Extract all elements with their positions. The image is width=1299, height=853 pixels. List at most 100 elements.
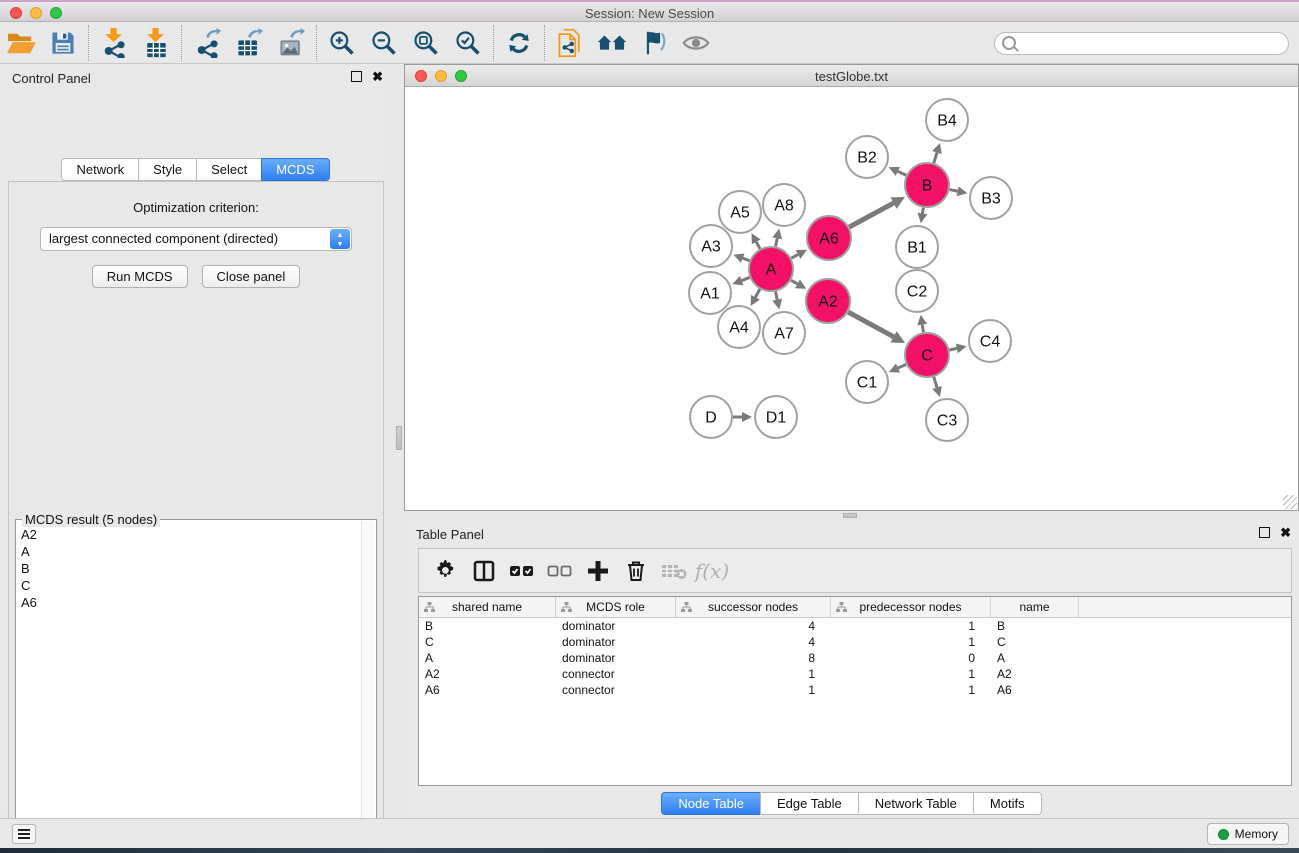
result-item[interactable]: A — [17, 543, 361, 560]
close-panel-button[interactable]: Close panel — [202, 265, 301, 288]
column-header-successor-nodes[interactable]: successor nodes — [676, 597, 831, 617]
result-item[interactable]: C — [17, 577, 361, 594]
column-header-MCDS-role[interactable]: MCDS role — [556, 597, 676, 617]
horizontal-splitter[interactable] — [843, 513, 857, 518]
edge-A-A7[interactable] — [776, 292, 778, 300]
table-row[interactable]: A6connector11A6 — [419, 682, 1291, 698]
edge-B-B3[interactable] — [950, 190, 958, 192]
import-network-icon[interactable] — [93, 26, 135, 60]
edge-A6-B[interactable] — [849, 203, 893, 227]
tab-motifs[interactable]: Motifs — [973, 792, 1042, 815]
import-table-icon[interactable] — [135, 26, 177, 60]
table-cell: A2 — [991, 666, 1079, 682]
tab-select[interactable]: Select — [196, 158, 261, 181]
arrowhead-icon — [932, 143, 942, 154]
delete-column-icon[interactable] — [617, 555, 655, 587]
first-neighbors-icon[interactable] — [591, 26, 633, 60]
gear-icon[interactable] — [427, 555, 465, 587]
tab-style[interactable]: Style — [138, 158, 196, 181]
column-header-name[interactable]: name — [991, 597, 1079, 617]
table-cell: dominator — [556, 618, 676, 634]
add-column-icon[interactable] — [579, 555, 617, 587]
node-label-A3: A3 — [701, 239, 721, 256]
export-network-icon[interactable] — [186, 26, 228, 60]
export-image-icon[interactable] — [270, 26, 312, 60]
tab-node-table[interactable]: Node Table — [661, 792, 760, 815]
edge-C-C3[interactable] — [934, 377, 937, 388]
export-table-icon[interactable] — [228, 26, 270, 60]
network-view-window: testGlobe.txt B4B2BB3A5A8A6A3B1AA1C2A2A4… — [404, 64, 1299, 511]
edge-A-A4[interactable] — [755, 289, 759, 297]
criterion-dropdown[interactable]: largest connected component (directed) ▲… — [40, 227, 352, 251]
edge-A2-C[interactable] — [848, 312, 893, 337]
edge-A-A2[interactable] — [791, 280, 797, 284]
node-table[interactable]: shared nameMCDS rolesuccessor nodesprede… — [418, 596, 1292, 786]
function-builder-icon[interactable]: f(x) — [695, 559, 729, 583]
table-cell: 1 — [676, 666, 831, 682]
node-label-C4: C4 — [980, 334, 1001, 351]
close-table-panel-icon[interactable]: ✖ — [1280, 527, 1291, 538]
table-row[interactable]: A2connector11A2 — [419, 666, 1291, 682]
column-header-predecessor-nodes[interactable]: predecessor nodes — [831, 597, 991, 617]
node-label-A7: A7 — [774, 326, 794, 343]
memory-status-icon — [1218, 829, 1229, 840]
refresh-icon[interactable] — [498, 26, 540, 60]
close-panel-icon[interactable]: ✖ — [372, 71, 383, 82]
tab-mcds[interactable]: MCDS — [261, 158, 329, 181]
tab-network[interactable]: Network — [61, 158, 138, 181]
vertical-splitter[interactable] — [396, 64, 402, 812]
network-window-title: testGlobe.txt — [405, 69, 1298, 84]
edge-C-C2[interactable] — [922, 325, 923, 333]
table-row[interactable]: Adominator80A — [419, 650, 1291, 666]
resize-grip-icon[interactable] — [1283, 495, 1297, 509]
open-folder-icon[interactable] — [0, 26, 42, 60]
arrowhead-icon — [742, 412, 752, 422]
save-icon[interactable] — [42, 26, 84, 60]
network-graph[interactable]: B4B2BB3A5A8A6A3B1AA1C2A2A4A7C4CC1C3DD1 — [405, 87, 1298, 510]
new-network-from-selection-icon[interactable] — [549, 26, 591, 60]
table-row[interactable]: Cdominator41C — [419, 634, 1291, 650]
zoom-in-icon[interactable] — [321, 26, 363, 60]
select-all-icon[interactable] — [503, 555, 541, 587]
edge-A-A1[interactable] — [742, 277, 750, 280]
show-hide-icon[interactable] — [675, 26, 717, 60]
list-icon — [18, 829, 30, 839]
edge-B-B2[interactable] — [898, 171, 906, 175]
flag-icon[interactable] — [633, 26, 675, 60]
float-table-panel-icon[interactable] — [1259, 527, 1270, 538]
table-cell: dominator — [556, 650, 676, 666]
tab-network-table[interactable]: Network Table — [858, 792, 973, 815]
show-panels-button[interactable] — [12, 824, 36, 844]
deselect-all-icon[interactable] — [541, 555, 579, 587]
table-row[interactable]: Bdominator41B — [419, 618, 1291, 634]
node-label-B3: B3 — [981, 191, 1001, 208]
zoom-selected-icon[interactable] — [447, 26, 489, 60]
edge-A-A6[interactable] — [791, 254, 798, 258]
edge-B-B1[interactable] — [922, 208, 923, 214]
node-label-D1: D1 — [766, 410, 787, 427]
node-label-A6: A6 — [819, 231, 839, 248]
search-input[interactable] — [994, 32, 1289, 55]
edge-A-A8[interactable] — [776, 238, 778, 246]
table-cell: connector — [556, 682, 676, 698]
result-scrollbar[interactable] — [361, 521, 375, 853]
edge-A-A3[interactable] — [743, 258, 750, 261]
memory-button[interactable]: Memory — [1207, 823, 1289, 845]
column-header-shared-name[interactable]: shared name — [419, 597, 556, 617]
float-panel-icon[interactable] — [351, 71, 362, 82]
result-item[interactable]: A2 — [17, 526, 361, 543]
zoom-fit-icon[interactable] — [405, 26, 447, 60]
run-mcds-button[interactable]: Run MCDS — [92, 265, 188, 288]
edge-C-C4[interactable] — [949, 348, 956, 350]
select-columns-icon[interactable] — [465, 555, 503, 587]
edge-C-C1[interactable] — [898, 364, 906, 368]
edge-A-A5[interactable] — [756, 242, 760, 249]
tab-edge-table[interactable]: Edge Table — [760, 792, 858, 815]
result-item[interactable]: A6 — [17, 594, 361, 611]
delete-table-icon[interactable] — [655, 555, 693, 587]
zoom-out-icon[interactable] — [363, 26, 405, 60]
edge-B-B4[interactable] — [934, 152, 937, 163]
network-canvas[interactable]: B4B2BB3A5A8A6A3B1AA1C2A2A4A7C4CC1C3DD1 — [405, 87, 1298, 510]
mcds-result-list[interactable]: A2ABCA6 — [17, 526, 361, 853]
result-item[interactable]: B — [17, 560, 361, 577]
